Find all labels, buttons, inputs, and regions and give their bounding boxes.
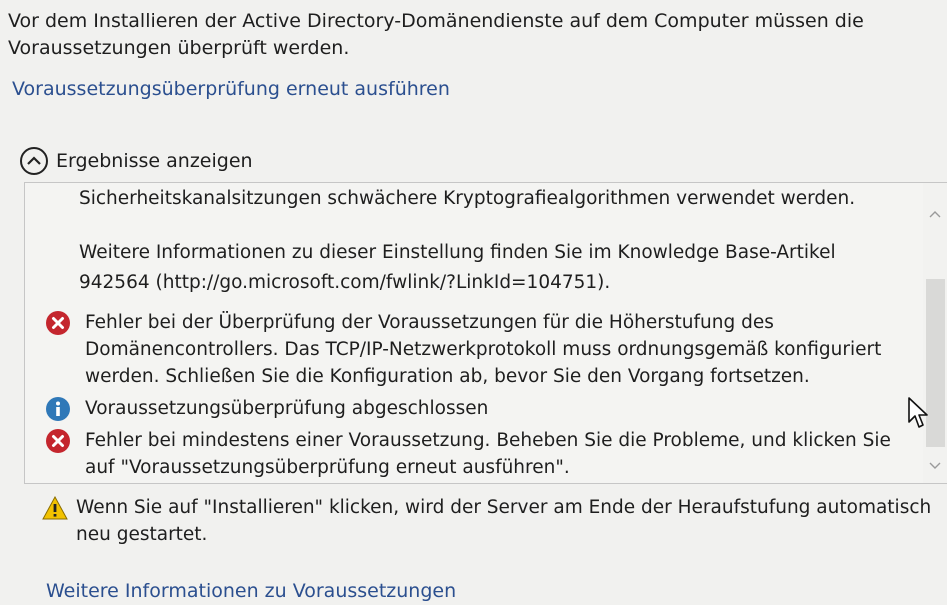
- results-scrollbar[interactable]: [923, 183, 947, 483]
- rerun-prerequisites-link[interactable]: Voraussetzungsüberprüfung erneut ausführ…: [12, 76, 450, 103]
- show-results-toggle[interactable]: Ergebnisse anzeigen: [20, 146, 253, 176]
- info-line-1: Voraussetzungsüberprüfung abgeschlossen: [85, 398, 489, 419]
- error-1-line-2: Domänencontrollers. Das TCP/IP-Netzwerkp…: [85, 339, 882, 360]
- intro-text: Vor dem Installieren der Active Director…: [8, 8, 928, 62]
- intro-line-2: Voraussetzungen überprüft werden.: [8, 37, 350, 59]
- warning-icon: [42, 496, 68, 520]
- chevron-down-icon: [929, 462, 941, 469]
- error-2-line-1: Fehler bei mindestens einer Voraussetzun…: [85, 430, 891, 451]
- info-icon: [46, 397, 70, 421]
- restart-warning: Wenn Sie auf "Installieren" klicken, wir…: [42, 494, 932, 548]
- error-2-line-2: auf "Voraussetzungsüberprüfung erneut au…: [85, 457, 570, 478]
- show-results-label: Ergebnisse anzeigen: [56, 150, 253, 172]
- mouse-cursor-icon: [908, 397, 928, 428]
- result-message-error-1: Fehler bei der Überprüfung der Vorausset…: [45, 309, 881, 390]
- error-1-line-3: werden. Schließen Sie die Konfiguration …: [85, 366, 810, 387]
- result-message-error-2: Fehler bei mindestens einer Voraussetzun…: [45, 427, 891, 481]
- error-1-line-1: Fehler bei der Überprüfung der Vorausset…: [85, 312, 774, 333]
- results-panel: Sicherheitskanalsitzungen schwächere Kry…: [24, 182, 947, 484]
- results-scroll-area: Sicherheitskanalsitzungen schwächere Kry…: [25, 183, 923, 483]
- scroll-down-button[interactable]: [923, 455, 947, 477]
- result-message-info: Voraussetzungsüberprüfung abgeschlossen: [45, 395, 488, 422]
- more-info-prerequisites-link[interactable]: Weitere Informationen zu Voraussetzungen: [46, 578, 456, 605]
- warning-line-1: Wenn Sie auf "Installieren" klicken, wir…: [76, 497, 932, 518]
- error-icon: [46, 429, 70, 453]
- error-icon: [46, 311, 70, 335]
- result-line-kb-2: 942564 (http://go.microsoft.com/fwlink/?…: [79, 272, 611, 293]
- chevron-up-icon: [929, 211, 941, 218]
- result-line-kb-1: Weitere Informationen zu dieser Einstell…: [79, 242, 836, 263]
- chevron-up-icon[interactable]: [20, 147, 48, 175]
- warning-line-2: neu gestartet.: [76, 524, 208, 545]
- intro-line-1: Vor dem Installieren der Active Director…: [8, 10, 864, 32]
- result-line-crypto: Sicherheitskanalsitzungen schwächere Kry…: [79, 188, 856, 209]
- scroll-up-button[interactable]: [923, 203, 947, 225]
